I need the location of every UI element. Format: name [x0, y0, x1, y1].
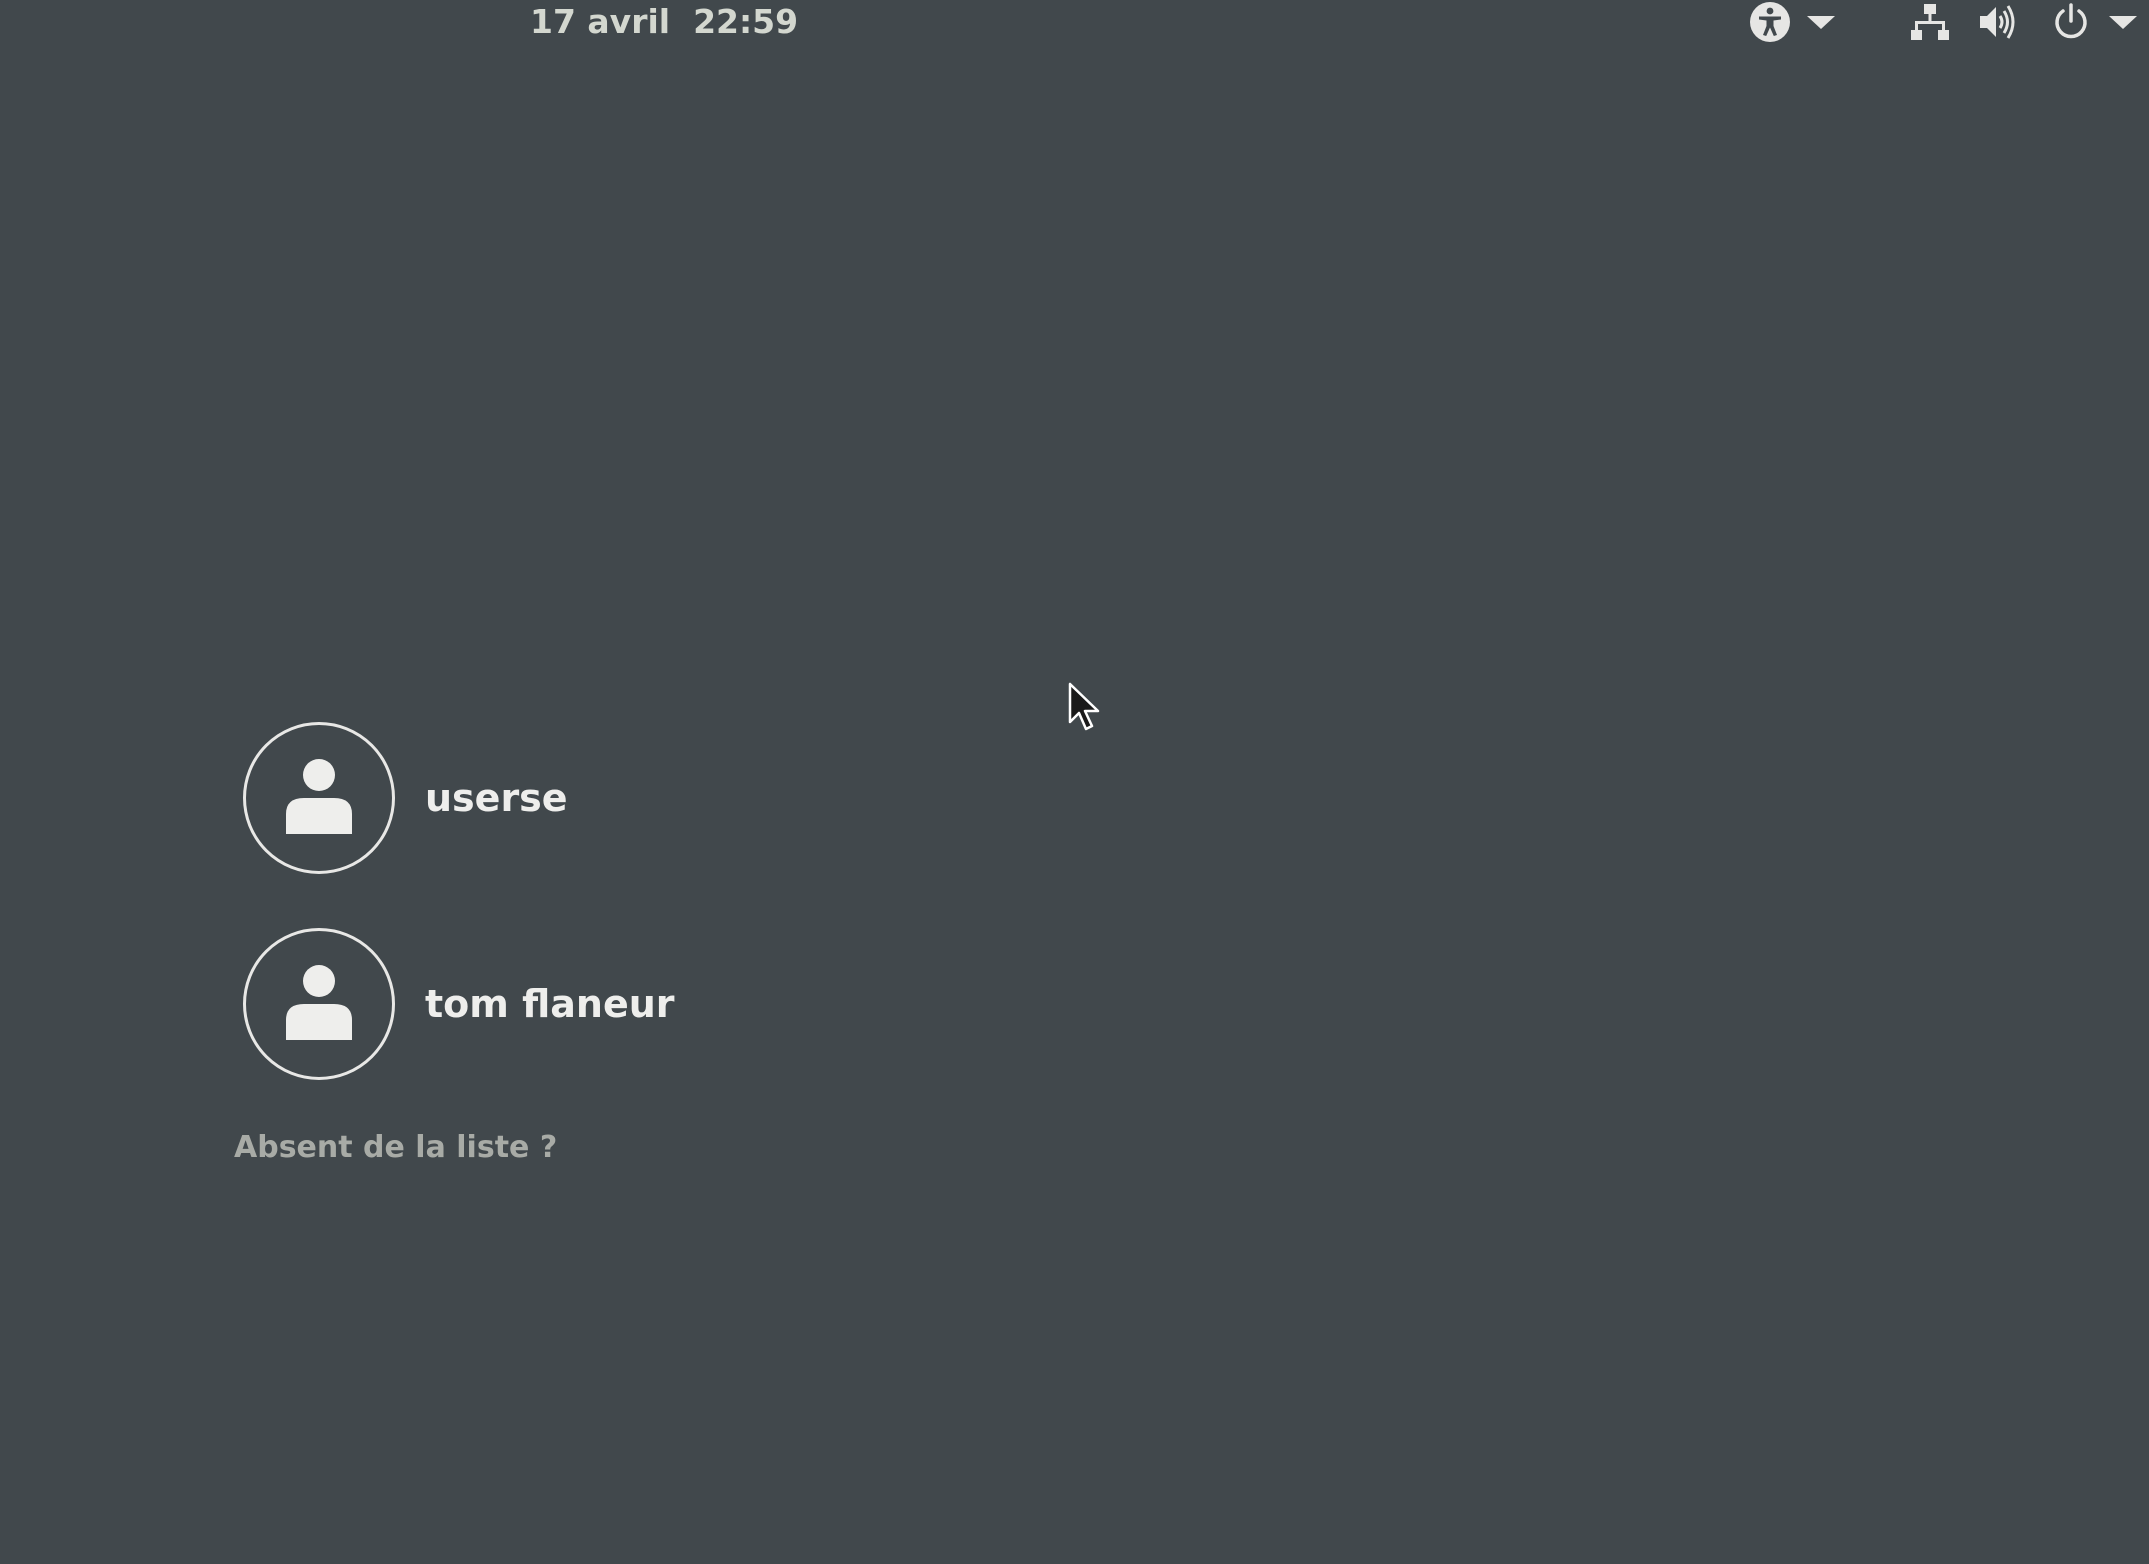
user-list: userse tom flaneur — [243, 722, 675, 1134]
network-wired-icon — [1910, 2, 1950, 42]
user-avatar-icon — [284, 962, 354, 1046]
user-avatar — [243, 928, 395, 1080]
top-bar: 17 avril 22:59 — [0, 0, 2149, 44]
user-name: tom flaneur — [425, 982, 675, 1026]
accessibility-menu-button[interactable] — [1744, 0, 1840, 44]
user-name: userse — [425, 776, 568, 820]
user-avatar-icon — [284, 756, 354, 840]
chevron-down-icon — [1807, 14, 1835, 30]
accessibility-icon — [1749, 1, 1791, 43]
power-icon — [2051, 2, 2091, 42]
user-item[interactable]: tom flaneur — [243, 928, 675, 1080]
chevron-down-icon — [2109, 14, 2137, 30]
clock[interactable]: 17 avril 22:59 — [530, 2, 798, 42]
not-listed-link[interactable]: Absent de la liste ? — [234, 1130, 557, 1165]
user-item[interactable]: userse — [243, 722, 675, 874]
volume-button[interactable] — [1974, 0, 2022, 44]
power-menu-button[interactable] — [2042, 0, 2146, 44]
user-avatar — [243, 722, 395, 874]
network-status-button[interactable] — [1906, 0, 1954, 44]
mouse-pointer-icon — [1068, 682, 1102, 736]
login-screen: 17 avril 22:59 userse tom flaneur Absent… — [0, 0, 2149, 1564]
volume-high-icon — [1978, 2, 2018, 42]
